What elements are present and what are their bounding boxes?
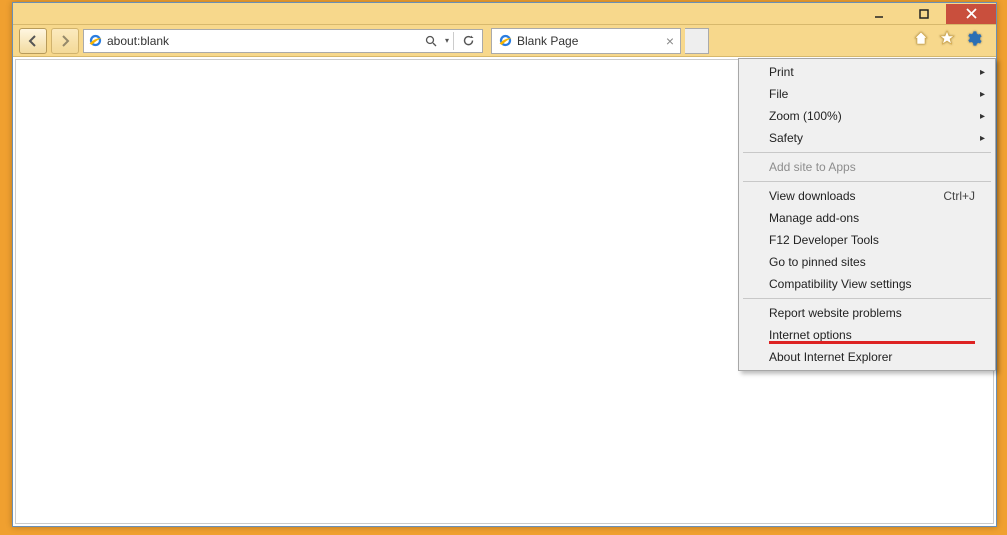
- close-button[interactable]: [946, 4, 996, 24]
- menu-internet-options[interactable]: Internet options: [741, 324, 993, 346]
- menu-f12-developer-tools[interactable]: F12 Developer Tools: [741, 229, 993, 251]
- menu-separator: [743, 298, 991, 299]
- browser-tab[interactable]: Blank Page ×: [491, 28, 681, 54]
- menu-add-site-to-apps: Add site to Apps: [741, 156, 993, 178]
- navigation-toolbar: ▾ Blank Page ×: [13, 25, 996, 57]
- refresh-button[interactable]: [458, 31, 478, 51]
- tab-title: Blank Page: [517, 34, 662, 48]
- menu-safety[interactable]: Safety: [741, 127, 993, 149]
- menu-manage-addons[interactable]: Manage add-ons: [741, 207, 993, 229]
- menu-separator: [743, 181, 991, 182]
- tab-close-icon[interactable]: ×: [666, 33, 674, 49]
- home-icon[interactable]: [913, 30, 929, 51]
- menu-about-ie[interactable]: About Internet Explorer: [741, 346, 993, 368]
- menu-compatibility-view[interactable]: Compatibility View settings: [741, 273, 993, 295]
- separator: [453, 32, 454, 50]
- url-input[interactable]: [107, 34, 417, 48]
- menu-pinned-sites[interactable]: Go to pinned sites: [741, 251, 993, 273]
- minimize-button[interactable]: [856, 4, 901, 24]
- menu-file[interactable]: File: [741, 83, 993, 105]
- menu-print[interactable]: Print: [741, 61, 993, 83]
- chrome-icon-tray: [913, 30, 990, 51]
- menu-zoom[interactable]: Zoom (100%): [741, 105, 993, 127]
- menu-view-downloads[interactable]: View downloadsCtrl+J: [741, 185, 993, 207]
- tools-gear-icon[interactable]: [965, 30, 982, 51]
- address-bar[interactable]: ▾: [83, 29, 483, 53]
- search-dropdown-icon[interactable]: [421, 31, 441, 51]
- back-button[interactable]: [19, 28, 47, 54]
- menu-separator: [743, 152, 991, 153]
- ie-logo-icon: [88, 33, 103, 48]
- forward-button[interactable]: [51, 28, 79, 54]
- search-chevron-icon[interactable]: ▾: [445, 36, 449, 45]
- window-titlebar: [13, 3, 996, 25]
- favorites-icon[interactable]: [939, 30, 955, 51]
- menu-report-problems[interactable]: Report website problems: [741, 302, 993, 324]
- browser-window: ▾ Blank Page ×: [12, 2, 997, 527]
- tools-menu: Print File Zoom (100%) Safety Add site t…: [738, 58, 996, 371]
- maximize-button[interactable]: [901, 4, 946, 24]
- ie-logo-icon: [498, 33, 513, 48]
- new-tab-button[interactable]: [685, 28, 709, 54]
